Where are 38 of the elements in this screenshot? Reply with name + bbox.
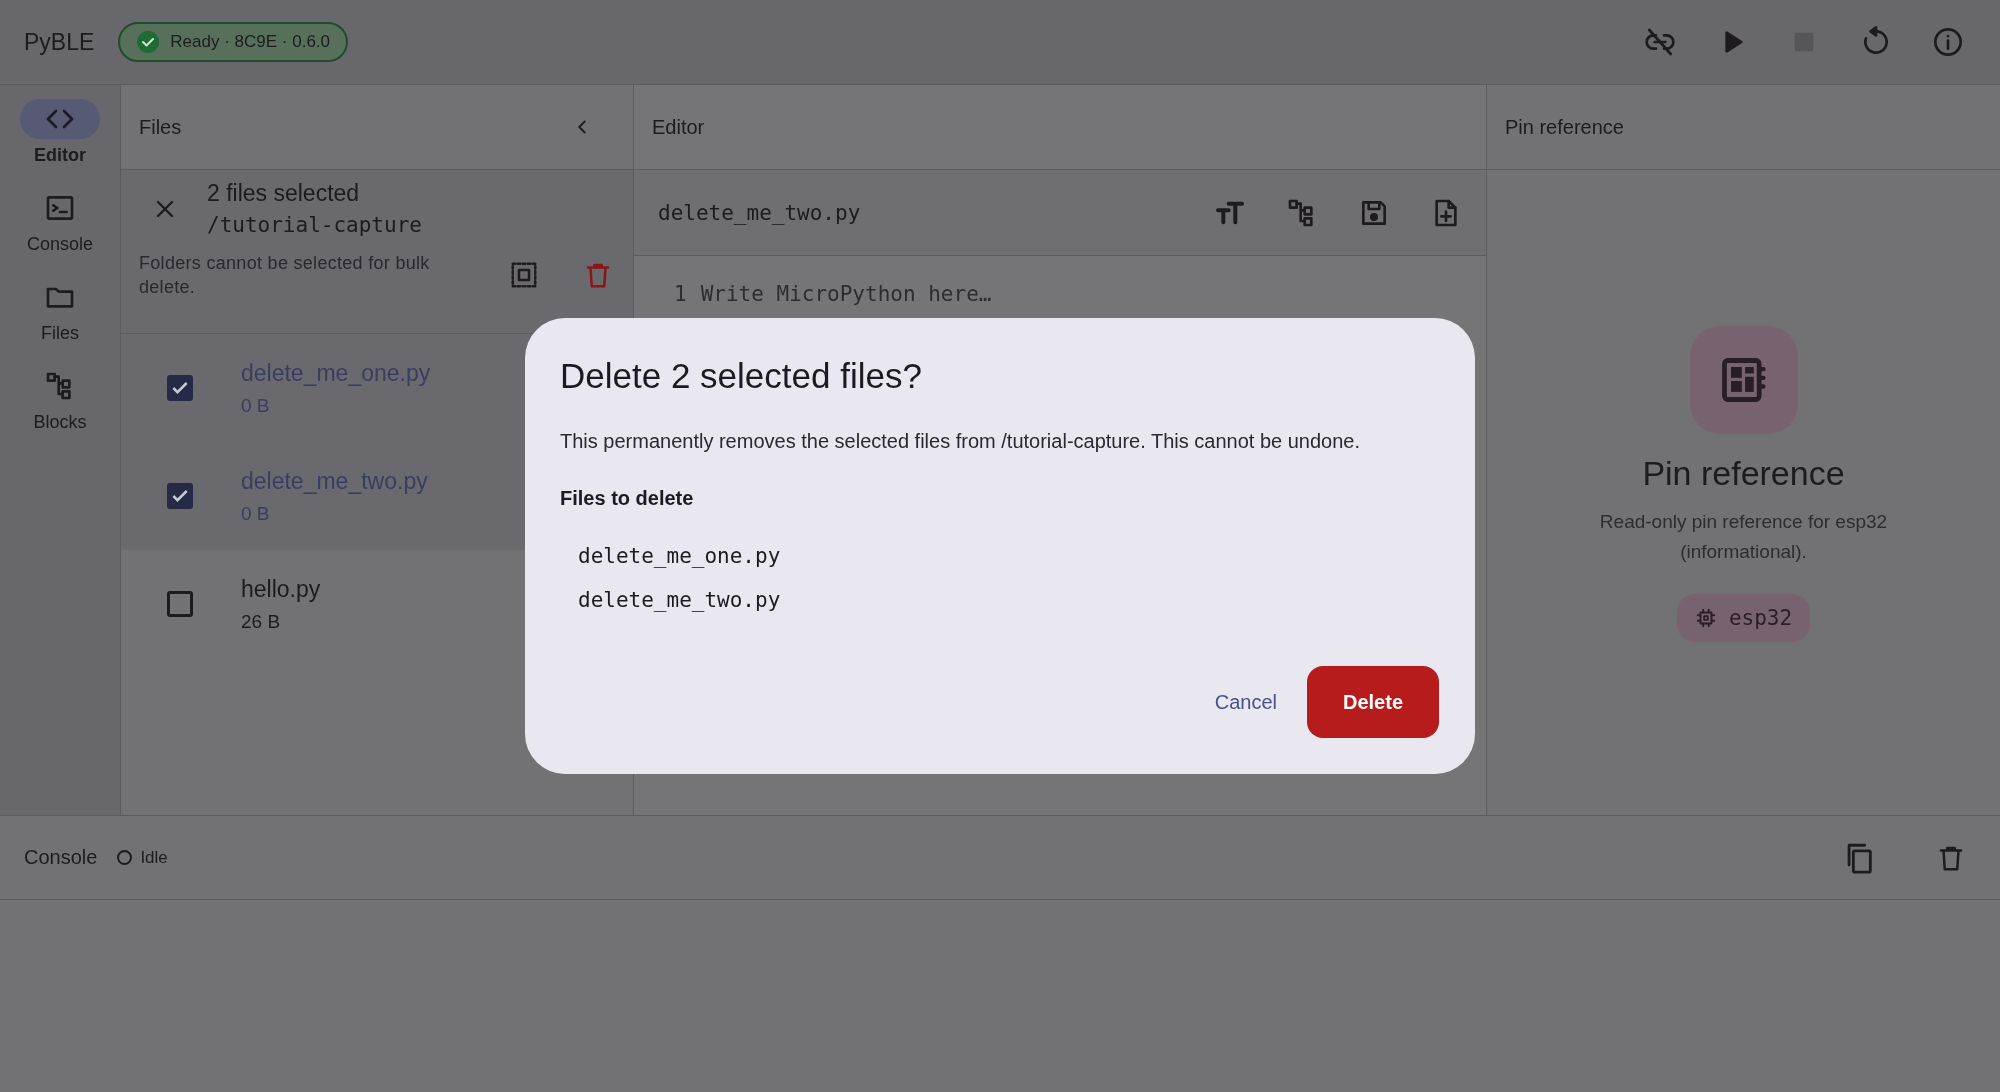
selection-count: 2 files selected	[207, 180, 361, 207]
chip-icon	[1694, 606, 1717, 629]
file-name: delete_me_one.py	[578, 544, 782, 568]
console-status: Idle	[140, 847, 168, 868]
select-all-icon[interactable]	[509, 260, 539, 291]
line-number: 1	[674, 282, 687, 306]
empty-state-title: Pin reference	[1642, 454, 1845, 493]
hint-text: Folders cannot be selected for bulk delete.	[139, 252, 431, 300]
cancel-button[interactable]: Cancel	[1214, 680, 1277, 724]
pane-title: Files	[139, 115, 182, 139]
unlink-icon[interactable]	[1644, 26, 1676, 58]
check-circle-icon	[136, 30, 161, 54]
checkbox[interactable]	[167, 483, 193, 509]
nav-item[interactable]: Editor	[10, 99, 110, 166]
board-chip: esp32	[1676, 593, 1811, 642]
nav-item[interactable]: Files	[10, 277, 110, 344]
nav-item[interactable]: Blocks	[10, 366, 110, 433]
list-heading: Files to delete	[560, 487, 695, 510]
dialog-message: This permanently removes the selected files from /tutorial-capture. This cannot be undone.	[560, 430, 1362, 453]
info-icon[interactable]	[1932, 26, 1964, 58]
checkbox[interactable]	[167, 375, 193, 401]
delete-button[interactable]: Delete	[1306, 666, 1439, 738]
file-size: 26 B	[241, 610, 282, 633]
dialog-title: Delete 2 selected files?	[560, 356, 923, 396]
empty-state-text: Read-only pin reference for esp32 (informational).	[1598, 510, 1889, 565]
status-dot-icon	[117, 850, 133, 865]
pane-title: Pin reference	[1505, 115, 1624, 139]
console-title: Console	[24, 846, 98, 869]
nav-item[interactable]: Console	[10, 188, 110, 255]
checkbox[interactable]	[167, 591, 193, 617]
pane-title: Editor	[652, 115, 705, 139]
code-placeholder: Write MicroPython here…	[700, 282, 992, 306]
file-name[interactable]: hello.py	[241, 575, 321, 603]
folder-path: /tutorial-capture	[207, 213, 422, 237]
file-name: delete_me_two.py	[578, 588, 782, 612]
app-title: PyBLE	[24, 28, 95, 56]
status-badge: Ready · 8C9E · 0.6.0	[118, 22, 349, 62]
file-name-label: delete_me_two.py	[658, 200, 862, 225]
